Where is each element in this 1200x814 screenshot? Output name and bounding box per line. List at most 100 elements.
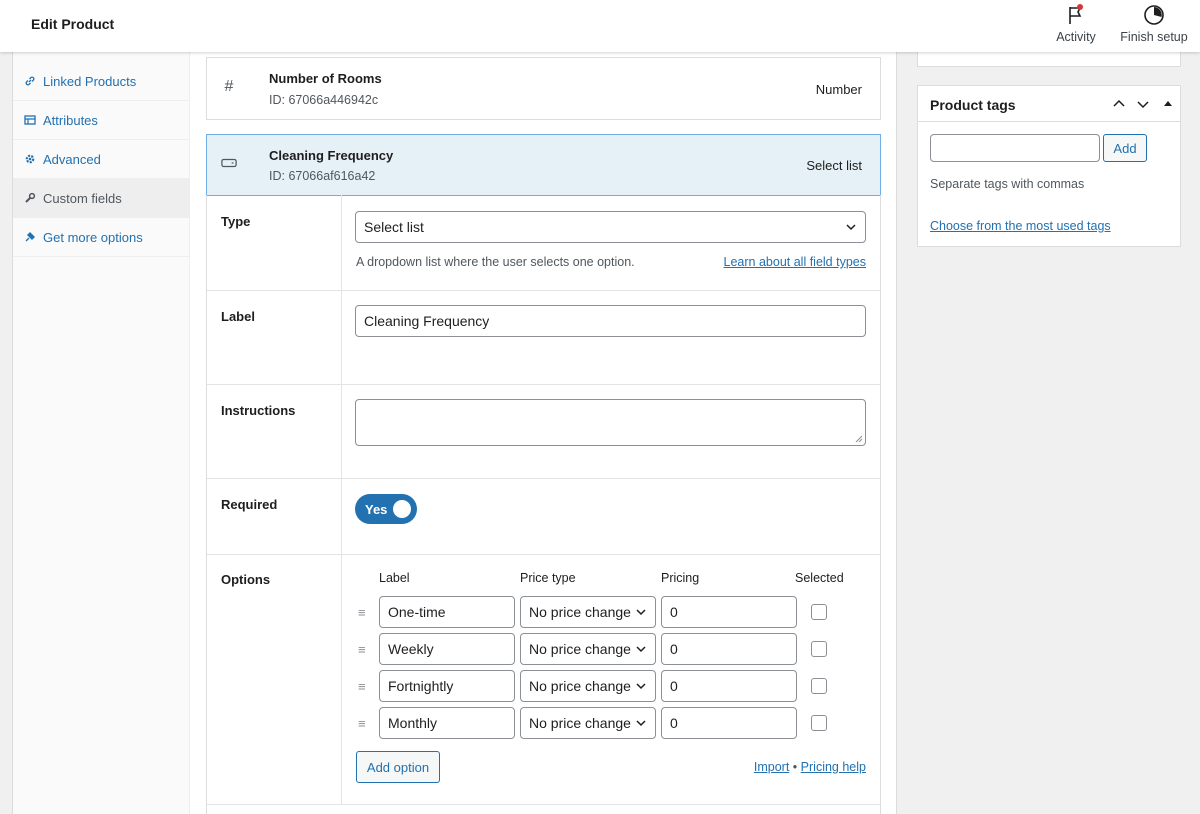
tab-label: Linked Products <box>43 73 137 89</box>
move-down-button[interactable] <box>1135 96 1151 112</box>
option-pricing-input[interactable]: 0 <box>661 670 797 702</box>
custom-fields-panel: # Number of Rooms ID: 67066a446942c Numb… <box>190 52 897 814</box>
chevron-down-icon <box>636 720 646 727</box>
required-toggle[interactable]: Yes <box>355 494 417 524</box>
option-price-type-select[interactable]: No price change <box>520 670 656 702</box>
pricing-help-link[interactable]: Pricing help <box>801 760 866 774</box>
most-used-tags-link[interactable]: Choose from the most used tags <box>930 219 1111 233</box>
field-name: Cleaning Frequency <box>269 148 394 163</box>
option-pricing-input[interactable]: 0 <box>661 596 797 628</box>
tab-custom-fields[interactable]: Custom fields <box>13 179 189 218</box>
finish-setup-label: Finish setup <box>1120 30 1188 44</box>
product-tags-box: Product tags Add Separate tags with comm… <box>917 85 1181 247</box>
progress-circle-icon <box>1144 5 1164 25</box>
drag-handle-icon[interactable]: ≡ <box>358 642 368 657</box>
type-description: A dropdown list where the user selects o… <box>356 255 635 269</box>
option-price-type-select[interactable]: No price change <box>520 707 656 739</box>
hash-icon: # <box>224 78 234 95</box>
options-header-label: Label <box>379 571 410 585</box>
chevron-down-icon <box>636 683 646 690</box>
required-label: Required <box>221 497 278 512</box>
type-select[interactable]: Select list <box>355 211 866 243</box>
table-icon <box>23 113 37 127</box>
setting-instructions: Instructions <box>207 385 880 479</box>
field-type: Number <box>815 82 862 97</box>
finish-setup-button[interactable]: Finish setup <box>1116 4 1192 48</box>
instructions-textarea[interactable] <box>355 399 866 446</box>
label-label: Label <box>221 309 255 324</box>
label-input[interactable]: Cleaning Frequency <box>355 305 866 337</box>
plugin-icon <box>23 230 37 244</box>
move-up-button[interactable] <box>1111 96 1127 112</box>
tag-input[interactable] <box>930 134 1100 162</box>
product-tags-title: Product tags <box>930 97 1016 113</box>
learn-field-types-link[interactable]: Learn about all field types <box>724 255 866 269</box>
tab-linked-products[interactable]: Linked Products <box>13 52 189 101</box>
field-row-cleaning-frequency[interactable]: Cleaning Frequency ID: 67066af616a42 Sel… <box>206 134 881 196</box>
option-label-input[interactable]: Fortnightly <box>379 670 515 702</box>
activity-button[interactable]: Activity <box>1052 4 1100 48</box>
product-tags-header: Product tags <box>918 86 1180 122</box>
option-pricing-input[interactable]: 0 <box>661 633 797 665</box>
option-price-type-value: No price change <box>529 715 631 731</box>
tab-advanced[interactable]: Advanced <box>13 140 189 179</box>
field-id: ID: 67066a446942c <box>269 93 379 107</box>
option-selected-checkbox[interactable] <box>811 604 827 620</box>
link-separator: • <box>792 760 798 774</box>
sidebar-box-bottom-edge <box>917 52 1181 67</box>
tab-label: Get more options <box>43 229 143 245</box>
option-selected-checkbox[interactable] <box>811 641 827 657</box>
tags-hint: Separate tags with commas <box>930 177 1085 191</box>
add-tag-button[interactable]: Add <box>1103 134 1147 162</box>
gear-icon <box>23 152 37 166</box>
chevron-down-icon <box>846 224 856 231</box>
type-select-value: Select list <box>364 219 424 235</box>
import-link[interactable]: Import <box>754 760 789 774</box>
caret-up-icon <box>1164 101 1172 106</box>
type-label: Type <box>221 214 251 229</box>
option-price-type-select[interactable]: No price change <box>520 596 656 628</box>
drag-handle-icon[interactable]: ≡ <box>358 605 368 620</box>
page-title: Edit Product <box>31 16 115 32</box>
notification-dot <box>1077 4 1083 10</box>
field-row-number-of-rooms[interactable]: # Number of Rooms ID: 67066a446942c Numb… <box>206 57 881 120</box>
drag-handle-icon[interactable]: ≡ <box>358 716 368 731</box>
tab-label: Advanced <box>43 151 101 167</box>
chevron-up-icon <box>1113 99 1125 107</box>
option-price-type-select[interactable]: No price change <box>520 633 656 665</box>
option-price-type-value: No price change <box>529 641 631 657</box>
tab-label: Custom fields <box>43 190 122 206</box>
setting-options: Options Label Price type Pricing Selecte… <box>207 555 880 805</box>
drag-handle-icon[interactable]: ≡ <box>358 679 368 694</box>
chevron-down-icon <box>636 646 646 653</box>
instructions-label: Instructions <box>221 403 296 418</box>
select-list-icon <box>221 155 237 171</box>
option-selected-checkbox[interactable] <box>811 715 827 731</box>
toggle-knob <box>393 500 411 518</box>
add-option-button[interactable]: Add option <box>356 751 440 783</box>
field-settings: Type Select list A dropdown list where t… <box>206 195 881 814</box>
tab-get-more-options[interactable]: Get more options <box>13 218 189 257</box>
chevron-down-icon <box>1137 101 1149 109</box>
field-type: Select list <box>806 158 862 173</box>
option-label-input[interactable]: Weekly <box>379 633 515 665</box>
option-pricing-input[interactable]: 0 <box>661 707 797 739</box>
setting-label: Label Cleaning Frequency <box>207 291 880 385</box>
setting-type: Type Select list A dropdown list where t… <box>207 195 880 291</box>
resize-handle-icon[interactable] <box>855 435 863 443</box>
options-label: Options <box>221 572 271 587</box>
field-name: Number of Rooms <box>269 71 382 86</box>
tab-attributes[interactable]: Attributes <box>13 101 189 140</box>
link-icon <box>23 74 37 88</box>
activity-label: Activity <box>1056 30 1096 44</box>
toggle-panel-button[interactable] <box>1160 96 1176 112</box>
option-price-type-value: No price change <box>529 678 631 694</box>
setting-required: Required Yes <box>207 479 880 555</box>
options-header-price-type: Price type <box>520 571 576 585</box>
tab-label: Attributes <box>43 112 98 128</box>
option-label-input[interactable]: One-time <box>379 596 515 628</box>
option-selected-checkbox[interactable] <box>811 678 827 694</box>
top-bar: Edit Product Activity Finish setup <box>0 0 1200 52</box>
field-id: ID: 67066af616a42 <box>269 169 376 183</box>
option-label-input[interactable]: Monthly <box>379 707 515 739</box>
